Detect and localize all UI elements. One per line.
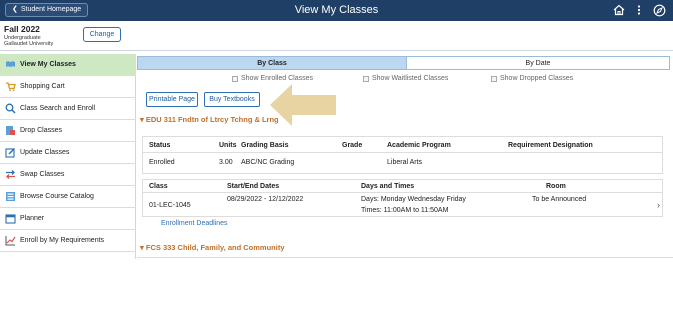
show-enrolled-checkbox[interactable] <box>232 75 238 82</box>
header-units: Units <box>219 142 237 149</box>
sidebar-item-swap-classes[interactable]: Swap Classes <box>0 164 136 186</box>
printable-page-button[interactable]: Printable Page <box>146 92 198 107</box>
header-status: Status <box>149 142 171 149</box>
edit-icon <box>5 148 15 158</box>
sidebar-item-shopping-cart[interactable]: Shopping Cart <box>0 76 136 98</box>
course-title-label: FCS 333 Child, Family, and Community <box>145 243 285 252</box>
cart-icon <box>6 82 16 92</box>
show-waitlisted-filter[interactable]: Show Waitlisted Classes <box>363 75 448 82</box>
header-days-times: Days and Times <box>361 183 415 190</box>
sidebar-item-label: Drop Classes <box>20 127 63 134</box>
page-title: View My Classes <box>294 4 379 16</box>
header-grade: Grade <box>342 142 363 149</box>
course-title-edu311[interactable]: ▾ EDU 311 Fndtn of Ltrcy Tchng & Lrng <box>140 115 279 124</box>
divider <box>142 192 663 193</box>
term-institution: Gallaudet University <box>4 41 54 47</box>
sidebar-item-label: Browse Course Catalog <box>20 193 94 200</box>
tab-by-class[interactable]: By Class <box>137 56 407 70</box>
status-value: Enrolled <box>149 159 175 166</box>
sidebar-item-browse-catalog[interactable]: Browse Course Catalog <box>0 186 136 208</box>
program-value: Liberal Arts <box>387 159 423 166</box>
sidebar-item-label: Swap Classes <box>20 171 65 178</box>
header-requirement: Requirement Designation <box>508 142 593 149</box>
show-dropped-label: Show Dropped Classes <box>500 75 574 82</box>
class-section-value[interactable]: 01-LEC-1045 <box>149 202 191 209</box>
catalog-icon <box>6 192 15 201</box>
change-term-button[interactable]: Change <box>83 27 121 42</box>
days-value: Days: Monday Wednesday Friday <box>361 196 466 203</box>
drop-icon <box>6 126 15 135</box>
sidebar: View My Classes Shopping Cart Class Sear… <box>0 54 136 259</box>
units-value: 3.00 <box>219 159 233 166</box>
sidebar-item-class-search[interactable]: Class Search and Enroll <box>0 98 136 120</box>
sidebar-item-label: View My Classes <box>20 61 76 68</box>
sidebar-item-update-classes[interactable]: Update Classes <box>0 142 136 164</box>
course-title-fcs333[interactable]: ▾ FCS 333 Child, Family, and Community <box>140 243 285 252</box>
dates-value: 08/29/2022 - 12/12/2022 <box>227 196 304 203</box>
chevron-right-icon[interactable]: › <box>657 200 660 210</box>
sidebar-item-label: Shopping Cart <box>20 83 65 90</box>
show-dropped-checkbox[interactable] <box>491 75 497 82</box>
grading-value: ABC/NC Grading <box>241 159 295 166</box>
header-start-end: Start/End Dates <box>227 183 280 190</box>
main-content: By Class By Date Show Enrolled Classes S… <box>137 54 673 330</box>
buy-textbooks-button[interactable]: Buy Textbooks <box>204 92 260 107</box>
header-class: Class <box>149 183 168 190</box>
calendar-icon <box>5 214 16 224</box>
chart-icon <box>5 236 16 246</box>
sidebar-item-label: Update Classes <box>20 149 70 156</box>
compass-icon[interactable] <box>652 3 666 17</box>
more-vert-icon[interactable] <box>632 3 646 17</box>
header-academic-program: Academic Program <box>387 142 451 149</box>
room-value: To be Announced <box>532 196 587 203</box>
sidebar-item-drop-classes[interactable]: Drop Classes <box>0 120 136 142</box>
sidebar-item-planner[interactable]: Planner <box>0 208 136 230</box>
sidebar-item-enroll-requirements[interactable]: Enroll by My Requirements <box>0 230 136 252</box>
term-header: Fall 2022 Undergraduate Gallaudet Univer… <box>0 21 673 51</box>
highlight-arrow-icon <box>270 84 336 126</box>
sidebar-item-view-my-classes[interactable]: View My Classes <box>0 54 136 76</box>
header-grading-basis: Grading Basis <box>241 142 289 149</box>
show-dropped-filter[interactable]: Show Dropped Classes <box>491 75 573 82</box>
collapse-triangle-icon: ▾ <box>140 115 144 124</box>
tab-by-date[interactable]: By Date <box>406 56 670 70</box>
book-icon <box>6 61 15 67</box>
header-room: Room <box>546 183 566 190</box>
sidebar-item-label: Planner <box>20 215 45 222</box>
top-bar: ❮ Student Homepage View My Classes <box>0 0 673 21</box>
sidebar-item-label: Class Search and Enroll <box>20 105 96 112</box>
course-title-label: EDU 311 Fndtn of Ltrcy Tchng & Lrng <box>145 115 279 124</box>
sidebar-item-label: Enroll by My Requirements <box>20 237 105 244</box>
home-icon[interactable] <box>612 3 626 17</box>
enrollment-deadlines-link[interactable]: Enrollment Deadlines <box>161 220 228 227</box>
swap-icon <box>6 170 15 179</box>
search-icon <box>5 103 16 114</box>
collapse-triangle-icon: ▾ <box>140 243 144 252</box>
show-waitlisted-label: Show Waitlisted Classes <box>372 75 449 82</box>
divider <box>142 152 663 153</box>
divider <box>137 257 673 258</box>
show-waitlisted-checkbox[interactable] <box>363 75 369 82</box>
term-name: Fall 2022 <box>4 24 40 34</box>
times-value: Times: 11:00AM to 11:50AM <box>361 207 449 214</box>
